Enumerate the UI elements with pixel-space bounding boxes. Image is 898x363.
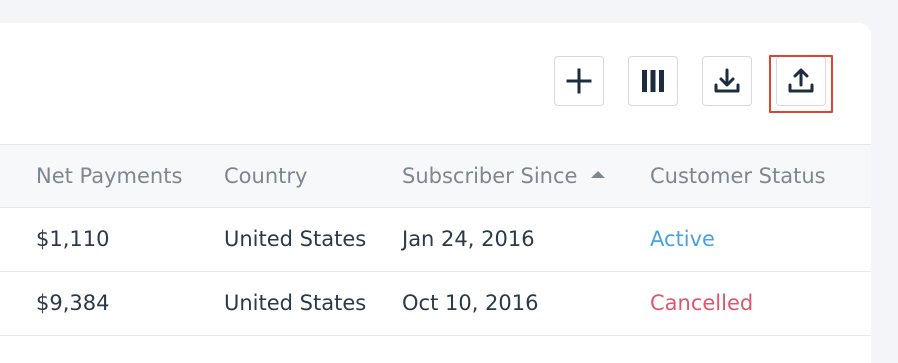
- customer-status-cell: Active: [650, 227, 715, 251]
- net-payments-cell: $1,110: [36, 227, 110, 251]
- customer-status-cell: Cancelled: [650, 291, 754, 315]
- subscriber-since-cell: Oct 10, 2016: [402, 291, 539, 315]
- customers-panel: Net Payments Country Subscriber Since Cu…: [0, 23, 871, 363]
- columns-icon: [642, 70, 664, 92]
- column-header-label: Country: [224, 164, 308, 188]
- column-header-country[interactable]: Country: [224, 145, 307, 207]
- country-cell: United States: [224, 291, 367, 315]
- columns-button[interactable]: [628, 56, 678, 106]
- table-toolbar: [0, 55, 871, 113]
- column-header-subscriber-since[interactable]: Subscriber Since: [402, 145, 606, 207]
- upload-icon: [788, 68, 814, 93]
- column-header-label: Subscriber Since: [402, 164, 578, 188]
- column-header-label: Customer Status: [650, 164, 826, 188]
- table-header: Net Payments Country Subscriber Since Cu…: [0, 144, 871, 208]
- upload-button[interactable]: [776, 56, 826, 106]
- subscriber-since-cell: Jan 24, 2016: [402, 227, 535, 251]
- column-header-label: Net Payments: [36, 164, 183, 188]
- plus-icon: [566, 68, 592, 94]
- column-header-net-payments[interactable]: Net Payments: [36, 145, 182, 207]
- sort-ascending-icon: [591, 170, 606, 178]
- country-cell: United States: [224, 227, 367, 251]
- download-icon: [714, 68, 740, 93]
- download-button[interactable]: [702, 56, 752, 106]
- table-row[interactable]: $1,110 United States Jan 24, 2016 Active: [0, 208, 871, 272]
- net-payments-cell: $9,384: [36, 291, 110, 315]
- table-row[interactable]: $9,384 United States Oct 10, 2016 Cancel…: [0, 272, 871, 336]
- column-header-customer-status[interactable]: Customer Status: [650, 145, 826, 207]
- add-button[interactable]: [554, 56, 604, 106]
